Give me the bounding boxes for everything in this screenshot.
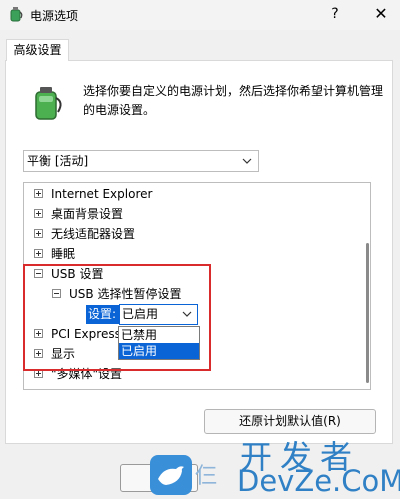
tab-advanced-settings[interactable]: 高级设置 xyxy=(6,39,69,61)
expand-icon[interactable] xyxy=(34,209,43,218)
bird-logo-icon xyxy=(150,455,192,495)
watermark-line2: DevZe.CoM xyxy=(237,464,400,498)
close-button[interactable]: ✕ xyxy=(366,4,396,24)
tree-item-internet-explorer[interactable]: Internet Explorer xyxy=(34,185,152,203)
tree-scrollbar[interactable] xyxy=(366,243,369,383)
chevron-down-icon xyxy=(242,158,252,164)
restore-defaults-button[interactable]: 还原计划默认值(R) xyxy=(204,409,376,434)
red-highlight-box xyxy=(23,264,211,371)
title-bar: 电源选项 ? ✕ xyxy=(0,0,400,30)
window-title: 电源选项 xyxy=(30,9,79,23)
description-text: 选择你要自定义的电源计划，然后选择你希望计算机管理的电源设置。 xyxy=(83,84,384,117)
help-button[interactable]: ? xyxy=(320,4,350,24)
battery-plan-icon xyxy=(35,87,62,120)
expand-icon[interactable] xyxy=(34,189,43,198)
tree-item-sleep[interactable]: 睡眠 xyxy=(34,245,75,263)
tree-item-desktop-background[interactable]: 桌面背景设置 xyxy=(34,205,123,223)
plan-select-value: 平衡 [活动] xyxy=(27,154,89,168)
watermark-faded-glyph: 仨 xyxy=(195,464,218,489)
tree-item-wireless-adapter[interactable]: 无线适配器设置 xyxy=(34,225,135,243)
plan-select[interactable]: 平衡 [活动] xyxy=(23,150,259,172)
power-options-icon xyxy=(10,7,23,22)
expand-icon[interactable] xyxy=(34,249,43,258)
expand-icon[interactable] xyxy=(34,229,43,238)
